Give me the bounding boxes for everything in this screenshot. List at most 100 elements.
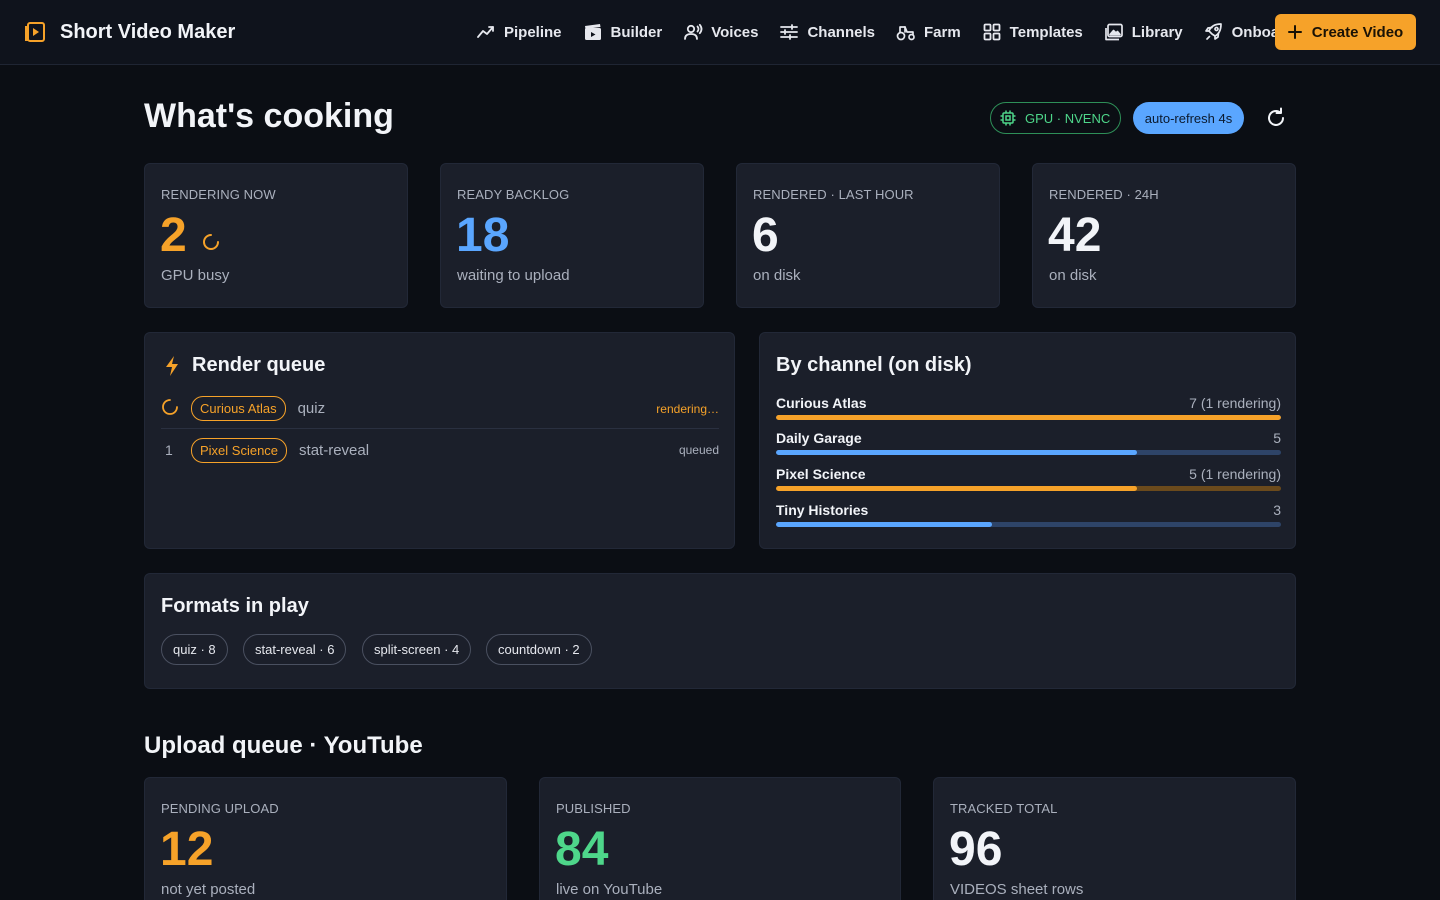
loading-spinner-icon xyxy=(203,234,219,250)
stat-label: PUBLISHED xyxy=(556,801,631,816)
queue-status: rendering… xyxy=(656,401,719,416)
channel-name: Curious Atlas xyxy=(776,395,867,411)
images-icon xyxy=(1104,23,1123,41)
by-channel-title: By channel (on disk) xyxy=(776,354,972,376)
nav-label: Channels xyxy=(807,23,875,41)
stat-card-ready-backlog: READY BACKLOG 18 waiting to upload xyxy=(440,163,704,308)
brand[interactable]: Short Video Maker xyxy=(24,0,235,64)
auto-refresh-label: auto-refresh 4s xyxy=(1144,110,1233,126)
rocket-icon xyxy=(1204,23,1222,40)
page-title: What's cooking xyxy=(144,97,394,135)
channel-bar-track xyxy=(776,415,1281,420)
nav-label: Templates xyxy=(1009,23,1083,41)
render-queue-panel: Render queue Curious Atlas quiz renderin… xyxy=(144,332,735,549)
top-bar: Short Video Maker Pipeline Builder Voice… xyxy=(0,0,1440,65)
stat-value: 6 xyxy=(752,209,779,262)
auto-refresh-toggle[interactable]: auto-refresh 4s xyxy=(1133,102,1244,134)
format-chip[interactable]: countdown · 2 xyxy=(486,634,592,665)
channel-count: 5 xyxy=(1273,430,1281,446)
render-queue-title: Render queue xyxy=(192,354,326,376)
format-chip[interactable]: stat-reveal · 6 xyxy=(243,634,347,665)
formats-title: Formats in play xyxy=(161,595,309,617)
queue-format: quiz xyxy=(297,400,326,417)
stat-label: TRACKED TOTAL xyxy=(950,801,1058,816)
play-video-logo-icon xyxy=(25,22,45,42)
stat-value: 12 xyxy=(160,823,214,876)
nav-item-templates[interactable]: Templates xyxy=(982,22,1083,42)
stat-value: 18 xyxy=(456,209,510,262)
stat-label: READY BACKLOG xyxy=(457,187,570,202)
stat-value: 84 xyxy=(555,823,609,876)
channel-count: 3 xyxy=(1273,502,1281,518)
channel-name: Daily Garage xyxy=(776,430,862,446)
channel-bar-track xyxy=(776,486,1281,491)
stat-label: RENDERED · LAST HOUR xyxy=(753,187,914,202)
nav-item-farm[interactable]: Farm xyxy=(896,22,961,42)
nav-item-library[interactable]: Library xyxy=(1104,22,1183,42)
by-channel-panel: By channel (on disk) Curious Atlas 7 (1 … xyxy=(759,332,1296,549)
stat-card-published: PUBLISHED 84 live on YouTube xyxy=(539,777,901,900)
create-video-button[interactable]: Create Video xyxy=(1275,14,1416,50)
create-video-label: Create Video xyxy=(1311,23,1404,41)
format-chip[interactable]: quiz · 8 xyxy=(161,634,228,665)
channel-name: Pixel Science xyxy=(776,466,866,482)
stat-sub: on disk xyxy=(1049,267,1097,284)
stat-sub: not yet posted xyxy=(161,881,256,898)
nav-item-pipeline[interactable]: Pipeline xyxy=(476,22,562,42)
stat-card-pending-upload: PENDING UPLOAD 12 not yet posted xyxy=(144,777,507,900)
queue-status: queued xyxy=(678,443,719,457)
queue-row-position xyxy=(161,398,191,419)
stat-card-rendered-last-hour: RENDERED · LAST HOUR 6 on disk xyxy=(736,163,1000,308)
voices-icon xyxy=(684,23,703,40)
channel-bar-track xyxy=(776,522,1281,527)
grid-icon xyxy=(983,23,1001,41)
channel-row: Daily Garage 5 xyxy=(776,430,1281,460)
stat-value: 42 xyxy=(1048,209,1102,262)
channel-bar-fill xyxy=(776,486,1137,491)
plus-icon xyxy=(1287,25,1302,39)
stat-label: PENDING UPLOAD xyxy=(161,801,279,816)
channel-bar-fill xyxy=(776,415,1281,420)
stat-card-rendered-24h: RENDERED · 24H 42 on disk xyxy=(1032,163,1296,308)
stat-card-tracked-total: TRACKED TOTAL 96 VIDEOS sheet rows xyxy=(933,777,1296,900)
channel-badge: Pixel Science xyxy=(191,437,288,463)
nav-item-voices[interactable]: Voices xyxy=(683,22,758,42)
format-chip[interactable]: split-screen · 4 xyxy=(362,634,472,665)
stat-value: 2 xyxy=(160,209,187,262)
stat-label: RENDERING NOW xyxy=(161,187,276,202)
stat-sub: live on YouTube xyxy=(556,881,663,898)
nav-label: Farm xyxy=(923,23,961,41)
channel-bar-track xyxy=(776,450,1281,455)
channel-count: 5 (1 rendering) xyxy=(1189,466,1281,482)
cpu-chip-icon xyxy=(1000,110,1016,126)
queue-format: stat-reveal xyxy=(299,441,370,459)
stat-sub: VIDEOS sheet rows xyxy=(950,881,1084,898)
main-nav: Pipeline Builder Voices Channels Farm Te… xyxy=(476,0,1315,64)
queue-row-position: 1 xyxy=(165,442,173,458)
channel-row: Pixel Science 5 (1 rendering) xyxy=(776,466,1281,496)
channel-bar-fill xyxy=(776,522,993,527)
nav-item-channels[interactable]: Channels xyxy=(779,22,875,42)
stat-sub: on disk xyxy=(753,267,801,284)
nav-item-builder[interactable]: Builder xyxy=(583,22,663,42)
nav-label: Library xyxy=(1131,23,1183,41)
channel-name: Tiny Histories xyxy=(776,502,869,518)
channel-bar-fill xyxy=(776,450,1137,455)
stat-sub: waiting to upload xyxy=(457,267,570,284)
clapperboard-icon xyxy=(584,24,601,40)
stat-sub: GPU busy xyxy=(161,267,230,284)
stat-value: 96 xyxy=(949,823,1003,876)
tractor-icon xyxy=(896,26,915,41)
nav-label: Voices xyxy=(711,23,759,41)
channel-row: Tiny Histories 3 xyxy=(776,502,1281,532)
queue-row[interactable]: Curious Atlas quiz rendering… xyxy=(161,389,719,429)
nav-label: Builder xyxy=(610,23,663,41)
refresh-icon[interactable] xyxy=(1264,106,1288,130)
gpu-status-badge: GPU · NVENC xyxy=(990,102,1121,134)
gpu-status-label: GPU · NVENC xyxy=(1025,110,1111,126)
stat-label: RENDERED · 24H xyxy=(1049,187,1159,202)
queue-row[interactable]: 1 Pixel Science stat-reveal queued xyxy=(161,430,719,470)
stat-card-rendering-now: RENDERING NOW 2 GPU busy xyxy=(144,163,408,308)
app-title: Short Video Maker xyxy=(60,20,236,43)
lightning-icon xyxy=(166,356,178,376)
